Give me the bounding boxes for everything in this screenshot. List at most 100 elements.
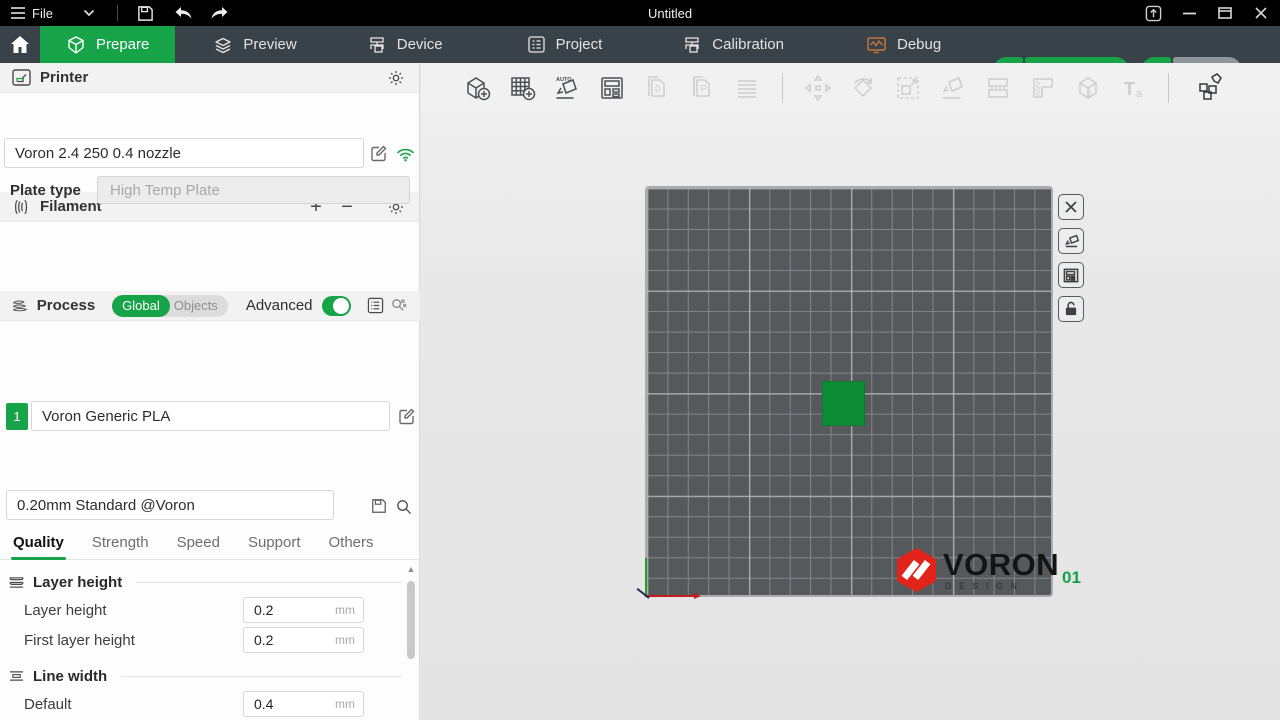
auto-orient-plate-button[interactable] [1058,228,1084,254]
upload-button[interactable] [1140,2,1166,24]
line-width-icon [8,670,25,682]
scope-global-option[interactable]: Global [112,295,170,317]
auto-orient-icon [1063,233,1080,249]
scroll-up-button[interactable]: ▲ [404,563,418,575]
undo-icon [174,6,193,21]
filament-slot-badge[interactable]: 1 [6,403,28,430]
save-button[interactable] [134,2,158,24]
home-button[interactable] [0,26,40,63]
printer-connection-button[interactable] [394,143,416,165]
parameter-list-button[interactable] [366,295,384,317]
tab-speed[interactable]: Speed [177,534,220,559]
scrollbar-thumb[interactable] [407,581,415,659]
preset-save-button[interactable] [368,495,390,517]
close-icon [1064,200,1078,214]
process-preset-input[interactable]: 0.20mm Standard @Voron [6,490,334,520]
paste-button: P [686,72,718,104]
tab-prepare[interactable]: Prepare [40,26,175,63]
hamburger-icon [10,6,26,20]
undo-button[interactable] [172,2,196,24]
lock-plate-button[interactable] [1058,296,1084,322]
settings-search-icon [390,297,407,314]
close-button[interactable] [1248,2,1274,24]
maximize-icon [1218,7,1232,19]
voron-logo-text: VORON [943,550,1059,580]
printer-section-title: Printer [40,69,88,86]
setting-input[interactable]: 0.2 mm [243,597,364,623]
delete-plate-button[interactable] [1058,194,1084,220]
add-plate-button[interactable] [506,72,538,104]
upload-icon [1145,5,1162,22]
project-icon [527,35,546,54]
file-menu-button[interactable]: File [10,6,53,21]
split-to-parts-button [1027,72,1059,104]
group-rule [136,582,402,583]
tab-calibration[interactable]: Calibration [656,26,810,63]
svg-text:T: T [1124,79,1135,99]
list-icon [367,297,384,314]
tab-debug-label: Debug [897,36,941,53]
advanced-toggle[interactable] [322,296,352,316]
plate-type-label: Plate type [10,182,97,199]
tab-others[interactable]: Others [329,534,374,559]
save-icon [137,5,154,22]
group-rule [121,676,402,677]
layer-height-icon [8,575,25,589]
tab-prepare-label: Prepare [96,36,149,53]
tab-debug[interactable]: Debug [840,26,967,63]
process-scope-toggle: Global Objects [112,295,228,317]
setting-input[interactable]: 0.4 mm [243,691,364,717]
printer-edit-button[interactable] [368,142,390,164]
printer-name-input[interactable]: Voron 2.4 250 0.4 nozzle [4,138,364,168]
edit-icon [398,407,416,425]
maximize-button[interactable] [1212,2,1238,24]
build-plate[interactable]: VORON DESIGN [645,186,1053,597]
add-object-button[interactable] [461,72,493,104]
move-button [802,72,834,104]
scope-objects-option[interactable]: Objects [170,295,228,317]
redo-button[interactable] [208,2,232,24]
tab-project[interactable]: Project [501,26,629,63]
voron-logo-subtext: DESIGN [943,581,1059,591]
arrange-button[interactable] [596,72,628,104]
filament-edit-button[interactable] [396,405,418,427]
debug-icon [866,35,887,55]
svg-text:0: 0 [655,84,661,95]
group-layer-height: Layer height [0,569,420,595]
title-bar: File Untitled [0,0,1280,26]
tab-strength[interactable]: Strength [92,534,149,559]
tab-calibration-label: Calibration [712,36,784,53]
model-cube[interactable] [822,381,865,426]
settings-scrollbar[interactable]: ▲ ▼ [404,561,418,720]
arrange-plate-button[interactable] [1058,262,1084,288]
auto-orient-button[interactable]: AUTO [551,72,583,104]
file-menu-label: File [32,6,53,21]
process-preset-value: 0.20mm Standard @Voron [17,497,195,514]
close-icon [1255,7,1267,19]
rotate-button [847,72,879,104]
preset-search-button[interactable] [392,495,414,517]
search-settings-button[interactable] [390,295,408,317]
viewport-3d[interactable]: AUTO 0 P [421,63,1280,720]
save-icon [371,498,387,514]
tab-preview[interactable]: Preview [187,26,322,63]
group-line-width: Line width [0,663,420,689]
settings-panel: Layer height Layer height 0.2 mm First l… [0,561,420,720]
printer-settings-button[interactable] [385,67,407,89]
voron-hexagon-icon [897,548,936,592]
setting-input[interactable]: 0.2 mm [243,627,364,653]
plate-type-select[interactable]: High Temp Plate [97,176,410,204]
tab-support[interactable]: Support [248,534,301,559]
printer-name-value: Voron 2.4 250 0.4 nozzle [15,145,181,162]
assembly-button[interactable] [1194,72,1226,104]
setting-row: Layer height 0.2 mm [0,595,420,625]
minimize-button[interactable] [1176,2,1202,24]
group-title: Layer height [33,574,122,591]
tab-device[interactable]: Device [341,26,469,63]
tab-quality[interactable]: Quality [13,534,64,559]
filament-name-input[interactable]: Voron Generic PLA [31,401,390,431]
tab-device-label: Device [397,36,443,53]
file-menu-dropdown[interactable] [77,2,101,24]
setting-row: Default 0.4 mm [0,689,420,719]
plate-number-label[interactable]: 01 [1062,568,1081,588]
